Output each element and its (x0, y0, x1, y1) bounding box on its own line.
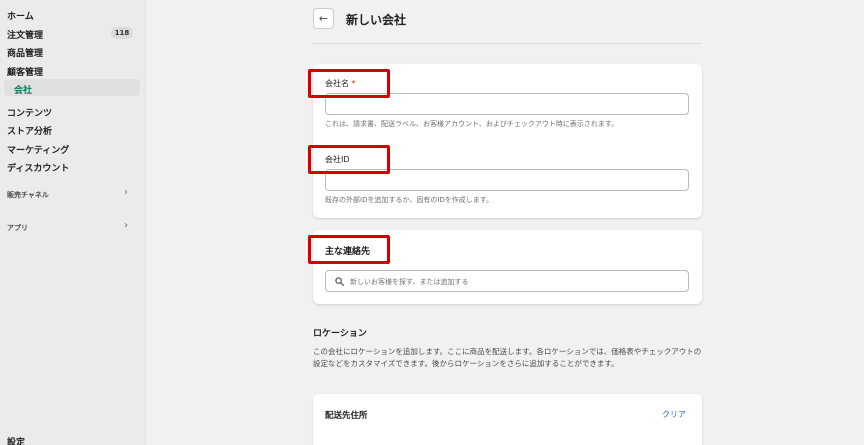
search-icon (335, 277, 344, 286)
header-divider (313, 43, 702, 44)
location-section-title: ロケーション (313, 329, 367, 339)
sidebar-item-label: コンテンツ (7, 109, 53, 119)
shipping-address-title: 配送先住所 (325, 411, 368, 421)
highlight-box-company-id (308, 145, 390, 174)
sidebar-item-content[interactable]: コンテンツ (7, 106, 52, 119)
arrow-left-icon: ← (318, 12, 329, 25)
sidebar-item-label: 設定 (7, 438, 26, 445)
customer-search-input[interactable]: 新しいお客様を探す、または追加する (325, 270, 689, 292)
sidebar-item-label: ストア分析 (7, 127, 53, 137)
clear-link[interactable]: クリア (662, 409, 686, 420)
sidebar-item-home[interactable]: ホーム (7, 9, 34, 22)
sidebar-item-label: ホーム (7, 12, 34, 22)
sidebar-item-label: 顧客管理 (7, 68, 44, 78)
sidebar-section-sales-channels[interactable]: 販売チャネル (7, 190, 49, 200)
sidebar-item-label: 会社 (14, 86, 33, 96)
sidebar-item-customers[interactable]: 顧客管理 (7, 65, 43, 78)
highlight-box-company-name (308, 69, 390, 98)
highlight-box-primary-contact (308, 235, 390, 264)
orders-count-badge: 118 (111, 27, 133, 39)
company-id-help: 既存の外部IDを追加するか、固有のIDを作成します。 (325, 196, 494, 204)
company-name-help: これは、請求書、配送ラベル、お客様アカウント、およびチェックアウト時に表示されま… (325, 120, 619, 128)
location-description: この会社にロケーションを追加します。ここに商品を配送します。各ロケーションでは、… (313, 347, 702, 368)
sidebar-item-orders[interactable]: 注文管理 (7, 28, 43, 41)
sidebar: ホーム 注文管理 118 商品管理 顧客管理 会社 コンテンツ ストア分析 マー… (0, 0, 146, 445)
sidebar-item-label: 商品管理 (7, 49, 44, 59)
sidebar-item-analytics[interactable]: ストア分析 (7, 124, 52, 137)
sidebar-item-label: マーケティング (7, 146, 70, 156)
sidebar-item-settings[interactable]: 設定 (7, 435, 25, 445)
chevron-right-icon[interactable]: › (124, 187, 128, 198)
sidebar-item-discounts[interactable]: ディスカウント (7, 161, 69, 174)
sidebar-item-companies[interactable]: 会社 (14, 83, 32, 96)
search-placeholder: 新しいお客様を探す、または追加する (350, 278, 469, 286)
page-title: 新しい会社 (346, 13, 407, 27)
sidebar-item-marketing[interactable]: マーケティング (7, 143, 69, 156)
shipping-address-card (313, 394, 702, 445)
chevron-right-icon[interactable]: › (124, 220, 128, 231)
sidebar-item-products[interactable]: 商品管理 (7, 46, 43, 59)
sidebar-item-label: 注文管理 (7, 31, 44, 41)
sidebar-item-label: ディスカウント (7, 164, 70, 174)
sidebar-section-apps[interactable]: アプリ (7, 223, 28, 233)
back-button[interactable]: ← (313, 8, 334, 29)
